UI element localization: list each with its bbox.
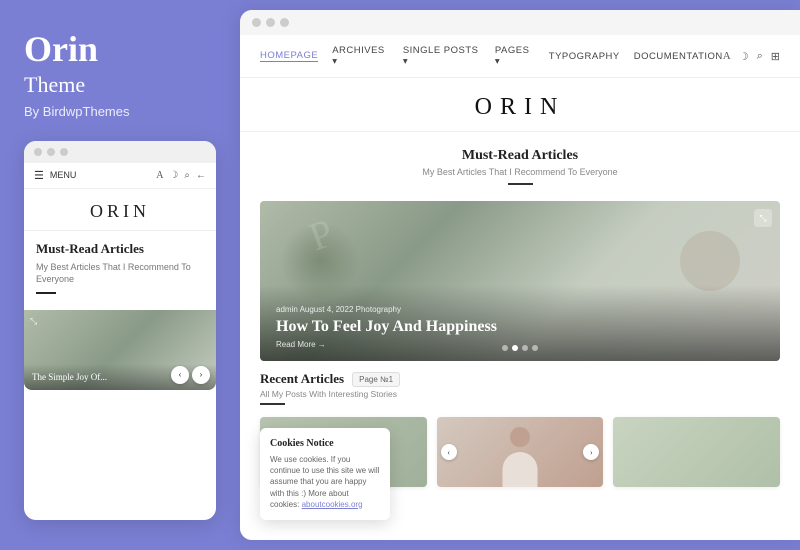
- nav-homepage[interactable]: HOMEPAGE: [260, 50, 318, 62]
- mini-logo-area: ORIN: [24, 189, 216, 231]
- featured-meta: admin August 4, 2022 Photography: [276, 305, 764, 314]
- recent-subtitle: All My Posts With Interesting Stories: [260, 389, 780, 399]
- hero-section: Must-Read Articles My Best Articles That…: [240, 132, 800, 201]
- site-header: ORIN: [240, 78, 800, 132]
- mini-divider: [36, 292, 56, 294]
- right-browser-panel: HOMEPAGE ARCHIVES ▾ SINGLE POSTS ▾ PAGES…: [240, 10, 800, 540]
- nav-single-posts[interactable]: SINGLE POSTS ▾: [403, 45, 481, 67]
- dot-2: [47, 148, 55, 156]
- recent-title: Recent Articles: [260, 371, 344, 387]
- dark-mode-icon: ☽: [169, 170, 178, 181]
- card-image-2: ‹ ›: [437, 417, 604, 487]
- dot-1: [34, 148, 42, 156]
- mini-section-sub: My Best Articles That I Recommend To Eve…: [36, 261, 204, 286]
- font-icon[interactable]: A: [723, 50, 731, 62]
- nav-links: HOMEPAGE ARCHIVES ▾ SINGLE POSTS ▾ PAGES…: [260, 45, 723, 67]
- mini-site-logo: ORIN: [24, 201, 216, 222]
- article-card-2: ‹ ›: [437, 417, 604, 487]
- dot-3: [60, 148, 68, 156]
- mini-content: Must-Read Articles My Best Articles That…: [24, 231, 216, 310]
- grid-icon[interactable]: ⊞: [771, 50, 780, 63]
- left-panel: Orin Theme By BirdwpThemes ☰ MENU A ☽ ⌕ …: [0, 0, 240, 550]
- nav-archives[interactable]: ARCHIVES ▾: [332, 45, 389, 67]
- search-nav-icon[interactable]: ⌕: [757, 50, 763, 63]
- main-content-area: Must-Read Articles My Best Articles That…: [240, 132, 800, 540]
- nav-right-icons: A ☽ ⌕ ⊞: [723, 50, 780, 63]
- expand-icon[interactable]: ⤡: [30, 316, 37, 327]
- next-arrow-button[interactable]: ›: [192, 366, 210, 384]
- brand-name: Orin: [24, 30, 216, 70]
- hero-divider: [508, 183, 533, 185]
- cookies-title: Cookies Notice: [270, 438, 380, 449]
- hero-title: Must-Read Articles: [260, 148, 780, 164]
- article-card-3: [613, 417, 780, 487]
- featured-image: P ⤡ admin August 4, 2022 Photography How…: [260, 201, 780, 361]
- mini-browser-bar: [24, 141, 216, 163]
- cookies-notice: Cookies Notice We use cookies. If you co…: [260, 428, 390, 520]
- dot-slide-1: [502, 345, 508, 351]
- browser-dot-1: [252, 18, 261, 27]
- brand-byline: By BirdwpThemes: [24, 104, 216, 119]
- nav-documentation[interactable]: DOCUMENTATION: [634, 51, 723, 62]
- mini-nav-right: A ☽ ⌕ ←: [156, 170, 206, 181]
- nav-typography[interactable]: TYPOGRAPHY: [549, 51, 620, 62]
- night-mode-icon[interactable]: ☽: [739, 50, 749, 63]
- dot-slide-4: [532, 345, 538, 351]
- mini-nav-left: ☰ MENU: [34, 169, 76, 182]
- mini-nav-arrows: ‹ ›: [171, 366, 210, 384]
- featured-title: How To Feel Joy And Happiness: [276, 318, 764, 336]
- person-body: [503, 452, 538, 487]
- person-head: [510, 427, 530, 447]
- cookies-link[interactable]: aboutcookies.org: [302, 500, 363, 509]
- card-image-3: [613, 417, 780, 487]
- prev-arrow-button[interactable]: ‹: [171, 366, 189, 384]
- mini-nav: ☰ MENU A ☽ ⌕ ←: [24, 163, 216, 189]
- mini-menu-label: MENU: [50, 170, 77, 180]
- card-next-button[interactable]: ›: [583, 444, 599, 460]
- browser-dot-3: [280, 18, 289, 27]
- recent-divider: [260, 403, 285, 405]
- dot-slide-2: [512, 345, 518, 351]
- search-icon[interactable]: ⌕: [184, 170, 190, 181]
- site-logo: ORIN: [240, 94, 800, 121]
- mini-browser-card: ☰ MENU A ☽ ⌕ ← ORIN Must-Read Articles M…: [24, 141, 216, 520]
- browser-bar: [240, 10, 800, 35]
- mini-featured-image: ⤡ The Simple Joy Of... ‹ ›: [24, 310, 216, 390]
- page-badge: Page №1: [352, 372, 400, 387]
- site-nav: HOMEPAGE ARCHIVES ▾ SINGLE POSTS ▾ PAGES…: [240, 35, 800, 78]
- mini-section-title: Must-Read Articles: [36, 241, 204, 257]
- featured-dots: [502, 345, 538, 351]
- cookies-text: We use cookies. If you continue to use t…: [270, 454, 380, 510]
- card-prev-button[interactable]: ‹: [441, 444, 457, 460]
- circle-decoration: [680, 231, 740, 291]
- dot-slide-3: [522, 345, 528, 351]
- hero-subtitle: My Best Articles That I Recommend To Eve…: [260, 167, 780, 177]
- recent-left: Recent Articles Page №1 All My Posts Wit…: [260, 371, 780, 409]
- browser-dot-2: [266, 18, 275, 27]
- expand-featured-button[interactable]: ⤡: [754, 209, 772, 227]
- font-size-icon: A: [156, 170, 163, 181]
- hamburger-icon: ☰: [34, 169, 44, 182]
- recent-section: Recent Articles Page №1 All My Posts Wit…: [240, 361, 800, 417]
- back-icon[interactable]: ←: [196, 170, 206, 181]
- browser-content: HOMEPAGE ARCHIVES ▾ SINGLE POSTS ▾ PAGES…: [240, 35, 800, 540]
- brand-subtitle: Theme: [24, 72, 216, 98]
- brand-title: Orin Theme By BirdwpThemes: [24, 30, 216, 119]
- nav-pages[interactable]: PAGES ▾: [495, 45, 535, 67]
